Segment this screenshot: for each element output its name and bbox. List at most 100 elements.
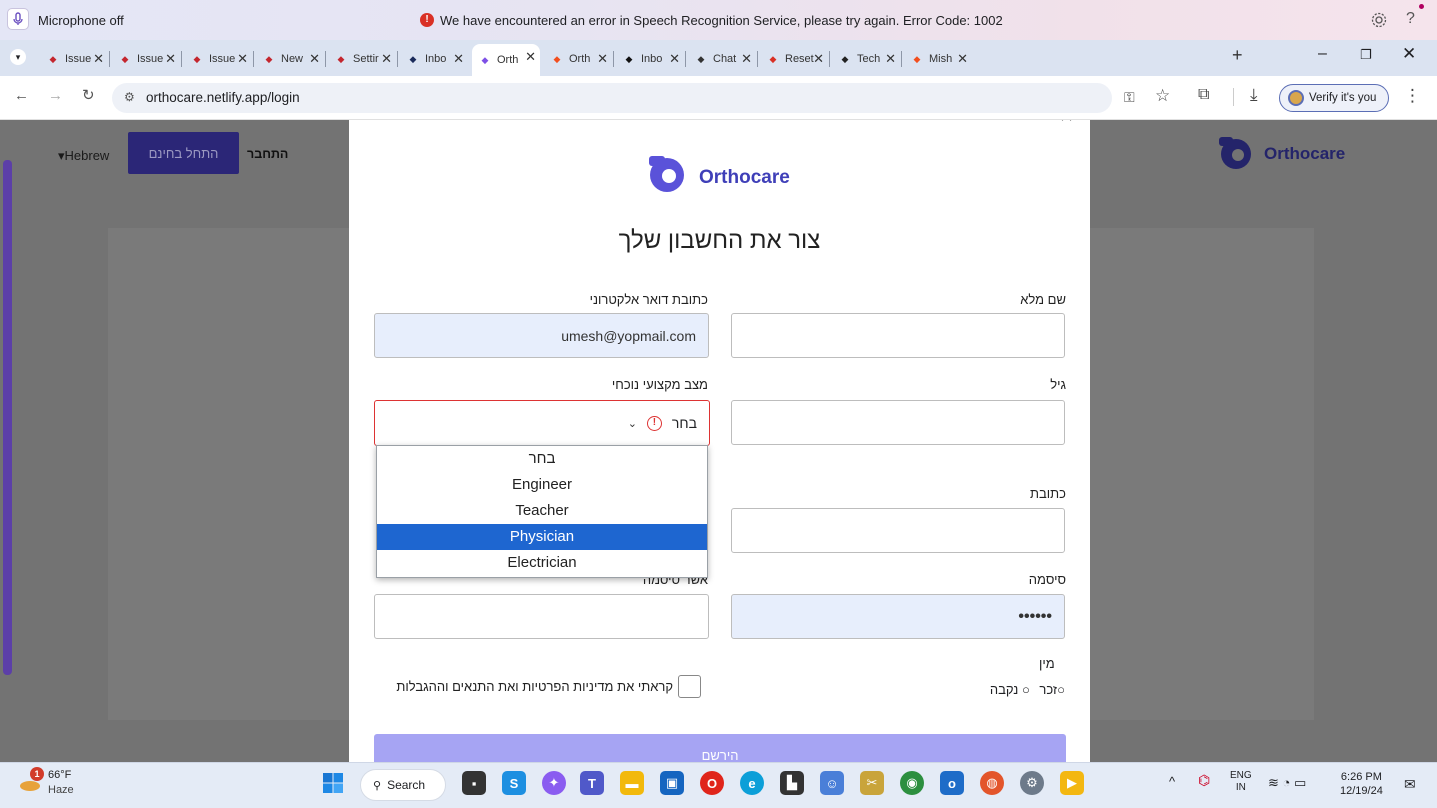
browser-tab[interactable]: ◆ Issue ✕ (112, 46, 180, 72)
confirm-password-field[interactable] (374, 594, 709, 639)
dropdown-option[interactable]: Physician (377, 524, 707, 550)
dropdown-option[interactable]: Electrician (377, 550, 707, 576)
tab-close-icon[interactable]: ✕ (381, 51, 392, 67)
gender-label: מין (1039, 656, 1055, 671)
powerpoint-icon[interactable]: ▶ (1060, 771, 1084, 795)
taskbar-search[interactable]: ⚲ Search (360, 769, 446, 801)
tab-close-icon[interactable]: ✕ (669, 51, 680, 67)
browser-tab[interactable]: ◆ Issue ✕ (40, 46, 108, 72)
outlook-icon[interactable]: o (940, 771, 964, 795)
people-icon[interactable]: ☺ (820, 771, 844, 795)
microphone-icon[interactable] (7, 8, 29, 30)
back-button[interactable]: ← (14, 87, 29, 104)
weather-badge: 1 (30, 767, 44, 781)
help-icon[interactable]: ? (1406, 10, 1415, 28)
dropdown-option[interactable]: בחר (377, 446, 707, 472)
chevron-up-icon[interactable]: ^ (1169, 774, 1175, 789)
tab-separator (397, 51, 398, 67)
browser-tab[interactable]: ◆ Tech ✕ (832, 46, 900, 72)
gmail-icon: ◆ (769, 53, 777, 64)
tab-close-icon[interactable]: ✕ (813, 51, 824, 67)
restore-button[interactable]: ❐ (1360, 47, 1372, 63)
browser-tab[interactable]: ◆ Issue ✕ (184, 46, 252, 72)
tab-close-icon[interactable]: ✕ (165, 51, 176, 67)
url-text[interactable]: orthocare.netlify.app/login (146, 90, 300, 105)
task-view-icon[interactable]: ▪ (462, 771, 486, 795)
language-indicator[interactable]: ENG IN (1230, 770, 1252, 794)
tab-close-icon[interactable]: ✕ (309, 51, 320, 67)
full-name-field[interactable] (731, 313, 1065, 358)
password-field[interactable]: •••••• (731, 594, 1065, 639)
tab-close-icon[interactable]: ✕ (885, 51, 896, 67)
copilot-icon[interactable]: ✦ (542, 771, 566, 795)
address-field[interactable] (731, 508, 1065, 553)
minimize-button[interactable]: – (1318, 45, 1327, 63)
browser-tab[interactable]: ◆ Orth ✕ (544, 46, 612, 72)
dropdown-option[interactable]: Teacher (377, 498, 707, 524)
tab-close-icon[interactable]: ✕ (525, 49, 536, 65)
download-icon[interactable]: ⤓ (1250, 85, 1258, 105)
firefox-icon[interactable]: ◍ (980, 771, 1004, 795)
tab-close-icon[interactable]: ✕ (453, 51, 464, 67)
password-key-icon[interactable]: ⚿ (1124, 89, 1135, 106)
site-info-icon[interactable]: ⚙ (124, 90, 135, 104)
address-label: כתובת (1030, 486, 1066, 501)
tab-close-icon[interactable]: ✕ (93, 51, 104, 67)
forward-button[interactable]: → (48, 87, 63, 104)
gear-icon[interactable] (1370, 11, 1388, 29)
snipping-tool-icon[interactable]: ✂ (860, 771, 884, 795)
browser-tab[interactable]: ◆ Inbo ✕ (616, 46, 684, 72)
close-icon[interactable]: ✕ (1059, 120, 1074, 127)
browser-tab[interactable]: ◆ Chat ✕ (688, 46, 756, 72)
scrollbar-thumb[interactable] (3, 160, 12, 675)
dropdown-option[interactable]: Engineer (377, 472, 707, 498)
tab-close-icon[interactable]: ✕ (957, 51, 968, 67)
radio-female[interactable]: ○ (1022, 682, 1030, 697)
chrome-icon[interactable]: ◉ (900, 771, 924, 795)
login-link[interactable]: התחבר (247, 147, 288, 161)
browser-tab[interactable]: ◆ Reset ✕ (760, 46, 828, 72)
browser-tab[interactable]: ◆ Inbo ✕ (400, 46, 468, 72)
region-code: IN (1235, 782, 1246, 793)
tab-close-icon[interactable]: ✕ (597, 51, 608, 67)
terminal-icon[interactable]: ▙ (780, 771, 804, 795)
reload-button[interactable]: ↻ (82, 86, 95, 104)
notification-bell-icon[interactable]: ✉ (1404, 776, 1416, 793)
network-alert-icon[interactable]: ⌬ (1198, 772, 1210, 789)
browser-tab[interactable]: ◆ New ✕ (256, 46, 324, 72)
browser-tab[interactable]: ◆ Mish ✕ (904, 46, 972, 72)
extensions-icon[interactable]: ⧉ (1198, 86, 1209, 104)
browser-tab[interactable]: ◆ Settir ✕ (328, 46, 396, 72)
language-selector[interactable]: ▾Hebrew (58, 148, 109, 164)
browser-menu-icon[interactable]: ⋮ (1404, 86, 1421, 106)
tab-separator (829, 51, 830, 67)
system-clock[interactable]: 6:26 PM 12/19/24 (1340, 770, 1383, 798)
skype-icon[interactable]: S (502, 771, 526, 795)
teams-icon[interactable]: T (580, 771, 604, 795)
tab-search-icon[interactable]: ▾ (10, 49, 26, 65)
close-window-button[interactable]: ✕ (1402, 44, 1416, 64)
toolbar-divider (1233, 88, 1234, 106)
start-free-button[interactable]: התחל בחינם (128, 132, 239, 174)
new-tab-button[interactable]: + (1232, 45, 1243, 66)
age-label: גיל (1050, 377, 1066, 392)
radio-male[interactable]: ○ (1057, 682, 1065, 697)
tab-close-icon[interactable]: ✕ (237, 51, 248, 67)
tab-close-icon[interactable]: ✕ (741, 51, 752, 67)
email-field[interactable]: umesh@yopmail.com (374, 313, 709, 358)
submit-button[interactable]: הירשם (374, 734, 1066, 762)
opera-icon[interactable]: O (700, 771, 724, 795)
profession-select[interactable]: ⌄ ! בחר (374, 400, 710, 446)
browser-tab[interactable]: ◆ Orth ✕ (472, 44, 540, 76)
store-icon[interactable]: ▣ (660, 771, 684, 795)
age-field[interactable] (731, 400, 1065, 445)
file-explorer-icon[interactable]: ▬ (620, 771, 644, 795)
wifi-icon[interactable]: ≋ ◔ ▭ (1268, 775, 1306, 791)
verify-profile-button[interactable]: Verify it's you (1279, 84, 1389, 112)
settings-app-icon[interactable]: ⚙ (1020, 771, 1044, 795)
windows-start-icon[interactable] (322, 772, 344, 794)
edge-icon[interactable]: e (740, 771, 764, 795)
bookmark-star-icon[interactable]: ☆ (1155, 86, 1170, 106)
terms-checkbox[interactable] (678, 675, 701, 698)
tab-separator (613, 51, 614, 67)
